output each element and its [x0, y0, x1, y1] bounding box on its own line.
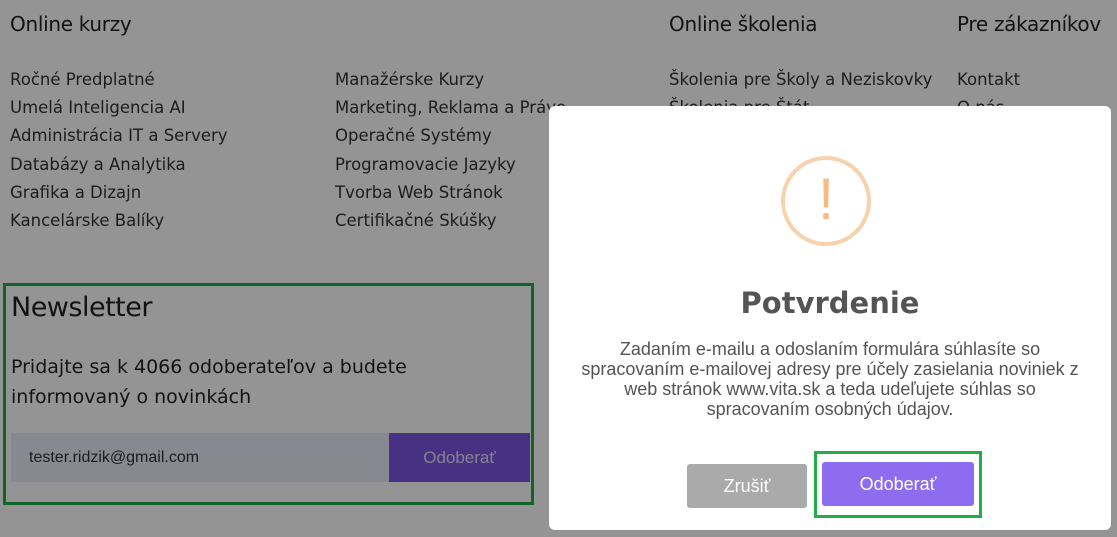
dialog-title: Potvrdenie [740, 286, 920, 320]
exclamation-icon: ! [781, 156, 871, 246]
cancel-button[interactable]: Zrušiť [687, 464, 807, 508]
confirm-button-highlight: Odoberať [814, 451, 982, 518]
confirm-subscribe-button[interactable]: Odoberať [822, 462, 974, 506]
confirmation-dialog: ! Potvrdenie Zadaním e-mailu a odoslaním… [549, 106, 1111, 530]
exclamation-glyph: ! [817, 167, 835, 232]
dialog-message: Zadaním e-mailu a odoslaním formulára sú… [581, 339, 1079, 419]
